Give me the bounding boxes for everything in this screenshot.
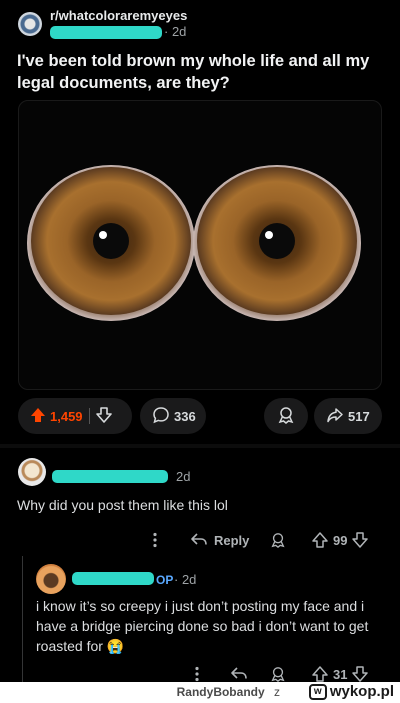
post-header: r/whatcoloraremyeyes · 2d <box>18 6 388 42</box>
downvote-arrow-icon[interactable] <box>95 406 112 426</box>
reply-arrow-icon <box>191 533 207 545</box>
comment-text: i know it’s so creepy i just don’t posti… <box>36 598 369 654</box>
post-age-value: 2d <box>171 24 187 39</box>
comment-age: 2d <box>176 469 191 484</box>
post-upvote-count: 1,459 <box>50 408 83 424</box>
post-image[interactable] <box>18 100 382 390</box>
wykop-logo-icon: w <box>308 683 327 700</box>
upvote-arrow-icon[interactable] <box>312 532 328 548</box>
share-button[interactable]: 517 <box>314 398 382 434</box>
upvote-arrow-icon[interactable] <box>30 407 46 426</box>
award-icon <box>277 406 295 427</box>
post-age: · 2d <box>164 24 187 39</box>
post-title[interactable]: I've been told brown my whole life and a… <box>17 50 387 94</box>
comment-bubble-icon <box>152 406 170 427</box>
comment-score: 31 <box>333 666 348 682</box>
comments-button[interactable]: 336 <box>140 398 206 434</box>
watermark-username: RandyBobandy <box>176 685 265 699</box>
watermark-separator: z <box>274 685 280 699</box>
more-dots-icon[interactable] <box>152 528 158 552</box>
reply-label: Reply <box>214 532 250 548</box>
commenter-avatar[interactable] <box>18 458 46 486</box>
redacted-username <box>52 470 168 483</box>
upvote-arrow-icon[interactable] <box>312 666 328 682</box>
downvote-arrow-icon[interactable] <box>352 666 369 682</box>
eyes-image <box>27 165 361 321</box>
reply-arrow-icon <box>231 667 247 679</box>
vote-separator <box>88 408 90 424</box>
award-button[interactable] <box>264 398 308 434</box>
wykop-logo: w wykop.pl <box>308 683 394 700</box>
comment-actions: Reply 99 <box>0 528 400 552</box>
section-divider <box>0 444 400 448</box>
watermark-bar: RandyBobandy z w wykop.pl <box>0 682 400 703</box>
award-icon[interactable] <box>270 528 286 552</box>
subreddit-name[interactable]: r/whatcoloraremyeyes <box>50 8 187 23</box>
op-avatar[interactable] <box>36 564 66 594</box>
comment-vote: 99 <box>312 528 369 552</box>
comment-age-value: 2d <box>181 572 197 587</box>
post-action-bar: 1,459 336 517 <box>0 398 400 438</box>
share-icon <box>326 406 344 427</box>
comment-age: · 2d <box>174 572 197 587</box>
reply-button[interactable]: Reply <box>190 528 249 552</box>
vote-pill: 1,459 <box>18 398 132 434</box>
comment-text: Why did you post them like this lol <box>17 497 228 513</box>
left-eye <box>27 165 195 321</box>
watermark-user: RandyBobandy z <box>177 685 280 699</box>
wykop-site-name: wykop.pl <box>329 683 394 700</box>
redacted-username <box>50 26 162 39</box>
comment-score: 99 <box>333 532 348 548</box>
op-badge: OP <box>156 573 174 587</box>
post-comment-count: 336 <box>174 408 196 424</box>
comment: 2d Why did you post them like this lol R… <box>0 452 400 556</box>
redacted-username <box>72 572 154 585</box>
right-eye <box>193 165 361 321</box>
comment-reply: OP · 2d i know it’s so creepy i just don… <box>0 556 400 682</box>
downvote-arrow-icon[interactable] <box>352 532 369 548</box>
subreddit-avatar-icon[interactable] <box>18 12 42 36</box>
post-share-count: 517 <box>348 408 370 424</box>
